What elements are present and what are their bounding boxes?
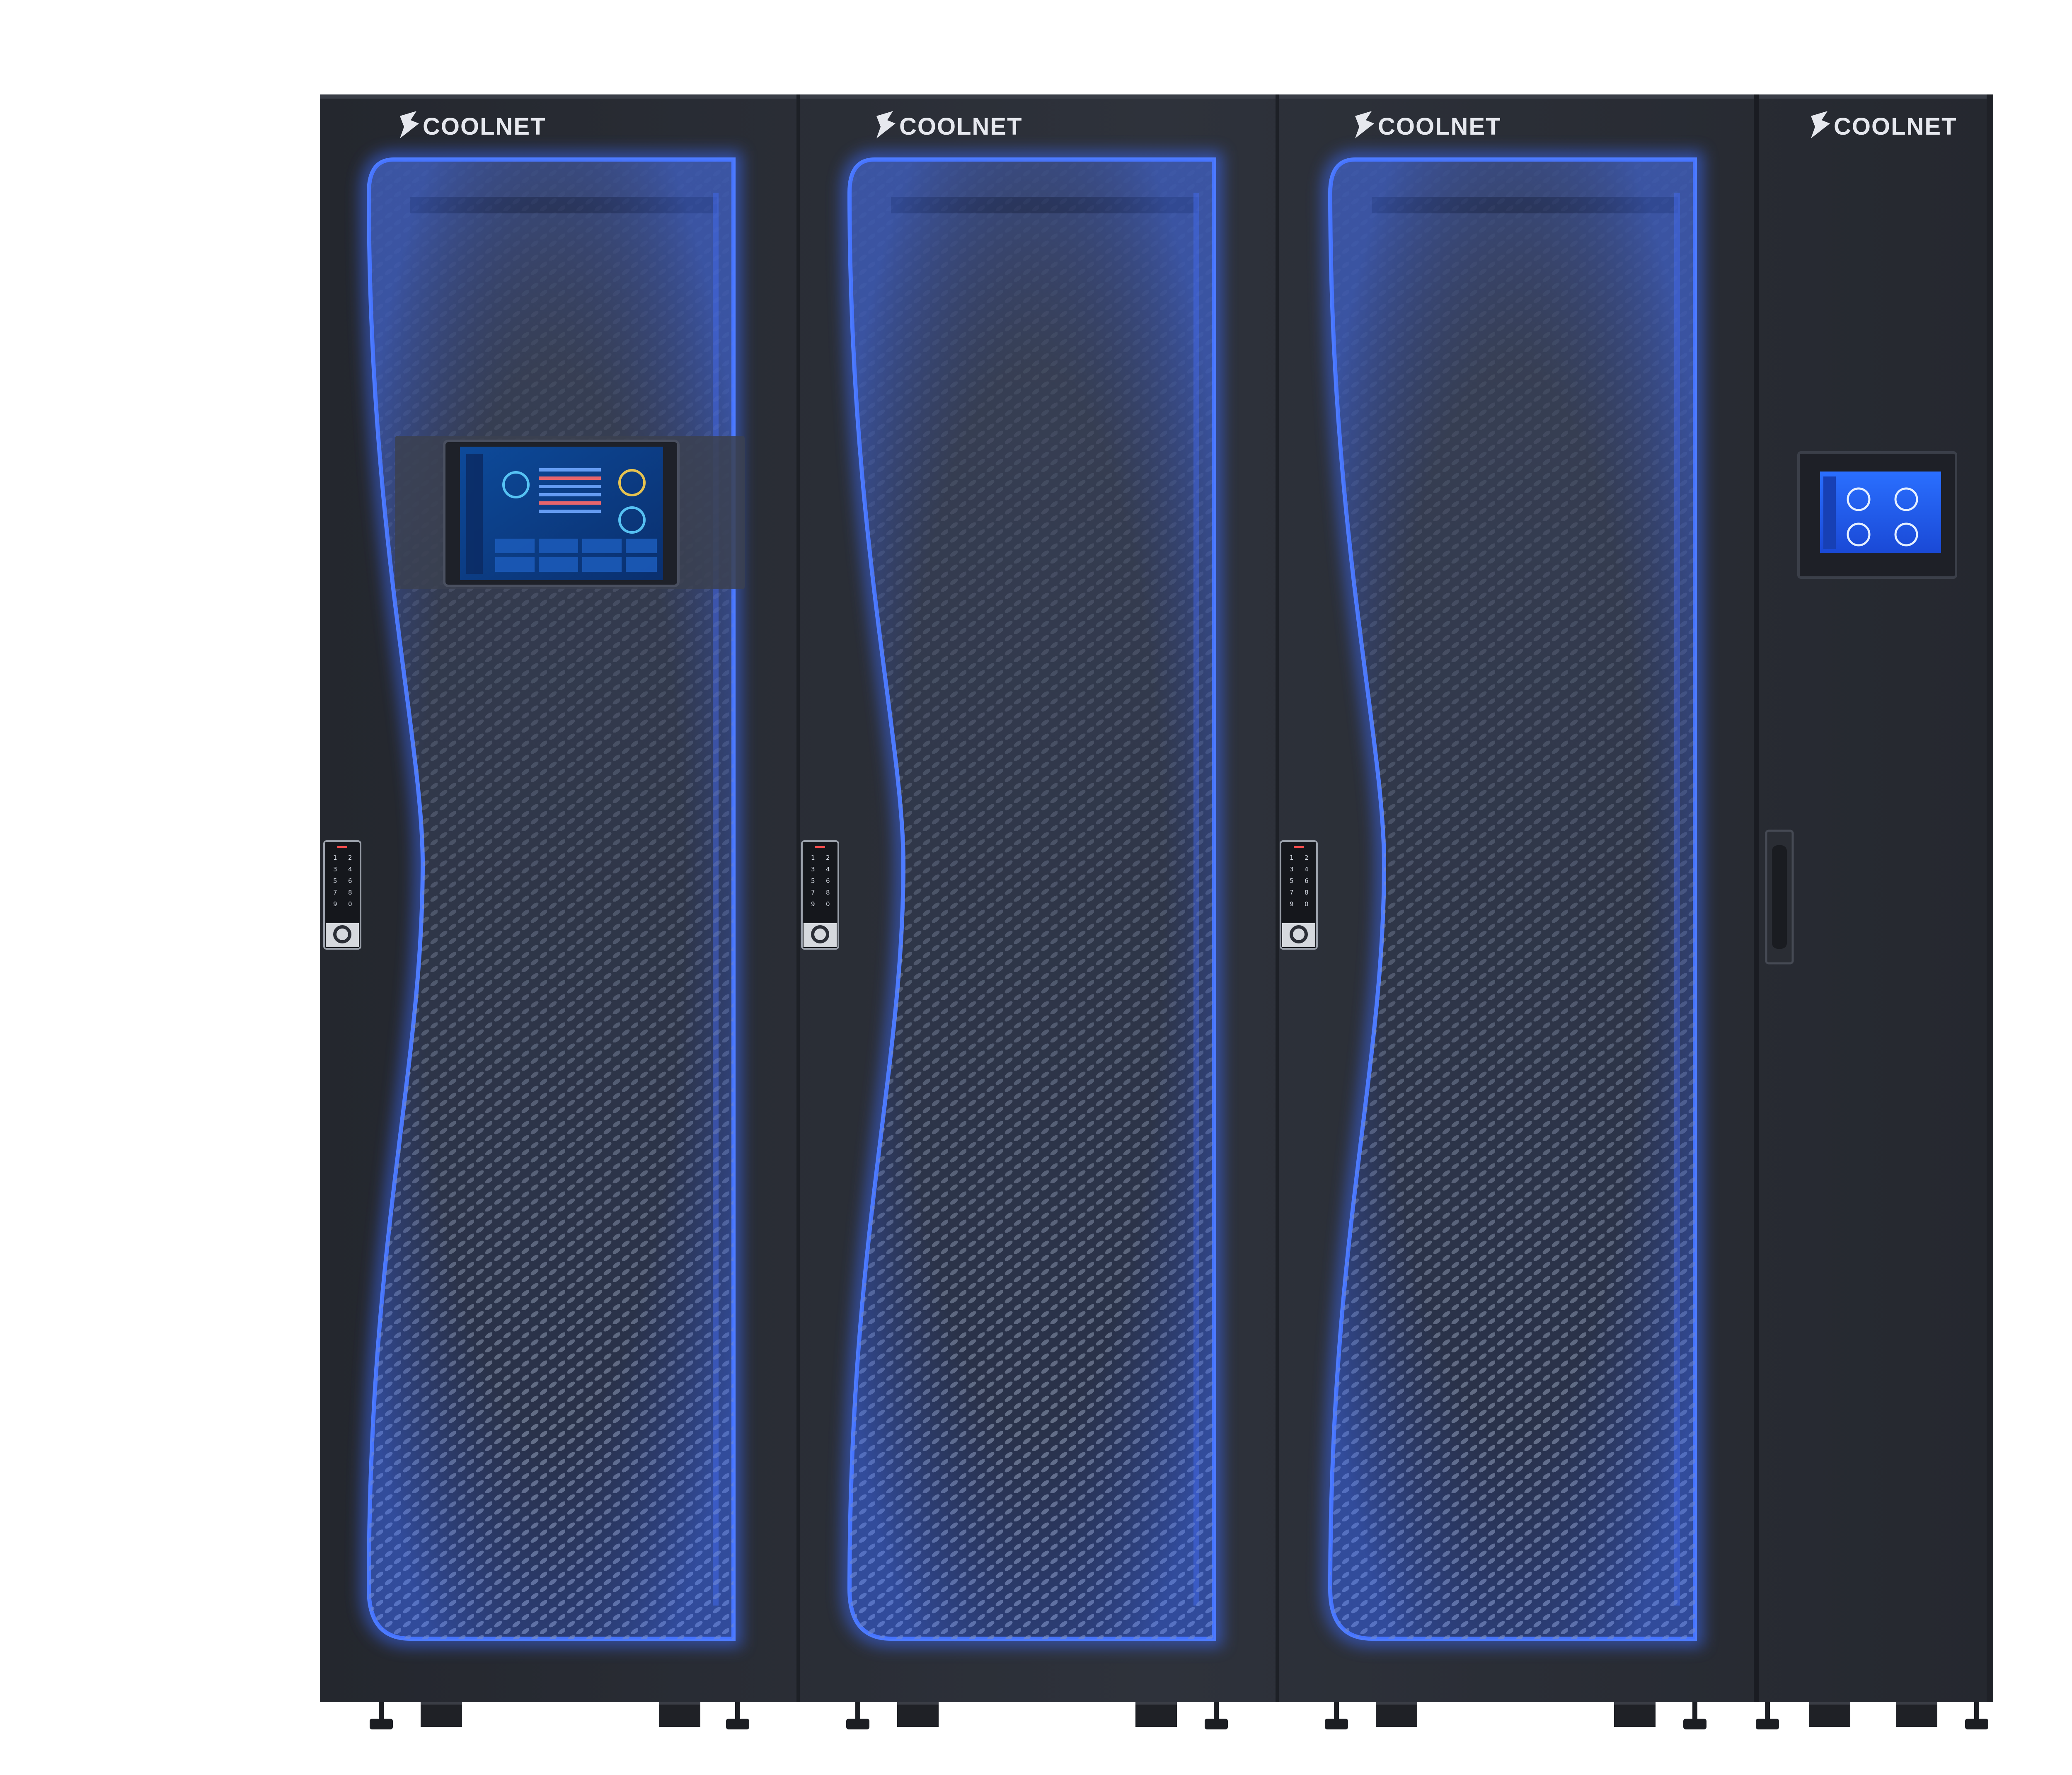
leveling-foot — [1325, 1702, 1348, 1729]
keypad-key[interactable]: 5 — [333, 877, 337, 885]
leveling-foot — [1205, 1702, 1228, 1729]
door-handle[interactable] — [1765, 829, 1794, 965]
brand-logo-text: COOLNET — [1834, 113, 1957, 140]
caster-block — [1614, 1702, 1656, 1727]
keypad-key[interactable]: 9 — [811, 900, 815, 908]
leveling-foot — [1756, 1702, 1779, 1729]
caster-block — [1135, 1702, 1177, 1727]
keypad-key[interactable]: 7 — [1290, 889, 1294, 896]
glass-door-2[interactable] — [841, 151, 1222, 1647]
keypad-key[interactable]: 5 — [1290, 877, 1294, 885]
keypad-key[interactable]: 7 — [811, 889, 815, 896]
keypad-key[interactable]: 5 — [811, 877, 815, 885]
caster-block — [1376, 1702, 1417, 1727]
glass-door-1[interactable] — [360, 151, 742, 1647]
caster-block — [897, 1702, 939, 1727]
keypad-key[interactable]: 8 — [1305, 889, 1309, 896]
brand-logo-text: COOLNET — [899, 113, 1023, 140]
keypad-key[interactable]: 4 — [348, 866, 352, 873]
leveling-foot — [726, 1702, 749, 1729]
keypad-key[interactable]: 8 — [826, 889, 830, 896]
keypad-key[interactable]: 2 — [1305, 854, 1309, 861]
keypad-lock[interactable]: 1 2 3 4 5 6 7 8 9 0 — [1280, 840, 1318, 950]
brand-logo-text: COOLNET — [423, 113, 546, 140]
keypad-key[interactable]: 6 — [1305, 877, 1309, 885]
keypad-key[interactable]: 3 — [1290, 866, 1294, 873]
cabinet-seam — [1276, 94, 1279, 1702]
keypad-key[interactable]: 1 — [333, 854, 337, 861]
keypad-key[interactable]: 1 — [811, 854, 815, 861]
cabinet-side-edge — [1987, 94, 1993, 1702]
keypad-key[interactable]: 0 — [826, 900, 830, 908]
keypad-key[interactable]: 7 — [333, 889, 337, 896]
cabinet-seam — [1754, 94, 1759, 1702]
cabinet-top-edge — [320, 94, 1993, 99]
touch-screen[interactable] — [1820, 472, 1941, 553]
product-scene: COOLNET COOLNET COOLNET COOLNET 1 23 45 … — [320, 94, 1993, 1729]
keypad-key[interactable]: 8 — [348, 889, 352, 896]
keypad-key[interactable]: 3 — [811, 866, 815, 873]
keypad-key[interactable]: 0 — [1305, 900, 1309, 908]
keypad-key[interactable]: 2 — [348, 854, 352, 861]
keypad-key[interactable]: 4 — [1305, 866, 1309, 873]
caster-block — [659, 1702, 700, 1727]
keypad-lock[interactable]: 1 2 3 4 5 6 7 8 9 0 — [323, 840, 361, 950]
keypad-key[interactable]: 3 — [333, 866, 337, 873]
keypad-key[interactable]: 1 — [1290, 854, 1294, 861]
caster-block — [1896, 1702, 1937, 1727]
cabinet-4-display-panel — [1797, 451, 1957, 579]
caster-block — [1809, 1702, 1850, 1727]
cabinet-seam — [796, 94, 800, 1702]
keypad-key[interactable]: 6 — [826, 877, 830, 885]
leveling-foot — [370, 1702, 393, 1729]
leveling-foot — [1965, 1702, 1988, 1729]
glass-door-3[interactable] — [1322, 151, 1703, 1647]
keypad-key[interactable]: 2 — [826, 854, 830, 861]
keypad-key[interactable]: 6 — [348, 877, 352, 885]
leveling-foot — [846, 1702, 869, 1729]
keypad-key[interactable]: 9 — [1290, 900, 1294, 908]
caster-block — [421, 1702, 462, 1727]
cabinet-1-display-panel — [395, 436, 745, 589]
keypad-key[interactable]: 4 — [826, 866, 830, 873]
keypad-key[interactable]: 9 — [333, 900, 337, 908]
leveling-foot — [1683, 1702, 1706, 1729]
keypad-key[interactable]: 0 — [348, 900, 352, 908]
keypad-lock[interactable]: 1 2 3 4 5 6 7 8 9 0 — [801, 840, 839, 950]
brand-logo-text: COOLNET — [1378, 113, 1501, 140]
